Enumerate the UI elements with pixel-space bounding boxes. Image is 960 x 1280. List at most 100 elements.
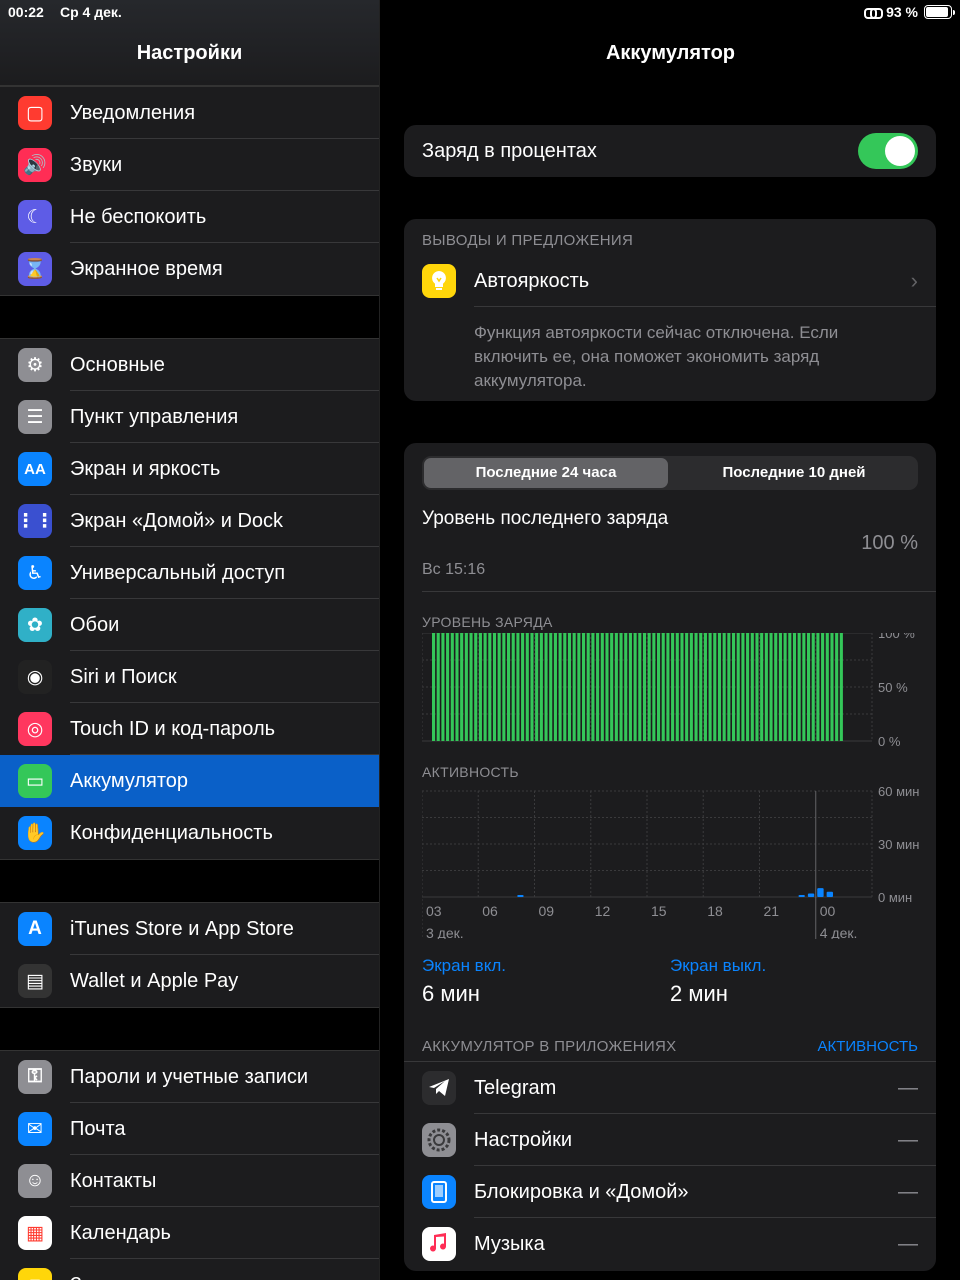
- sidebar-item-label: Экран «Домой» и Dock: [70, 495, 379, 547]
- sidebar-item[interactable]: AiTunes Store и App Store: [0, 903, 379, 955]
- level-bar: [441, 633, 445, 741]
- level-bar: [816, 633, 820, 741]
- app-usage: —: [898, 1077, 918, 1099]
- sidebar-item[interactable]: ☰ Пункт управления: [0, 391, 379, 443]
- app-store-icon: A: [18, 912, 52, 946]
- sidebar-item[interactable]: ▤ Wallet и Apple Pay: [0, 955, 379, 1007]
- level-tick-label: 0 %: [878, 734, 901, 749]
- sidebar-item[interactable]: ✉ Почта: [0, 1103, 379, 1155]
- moon-icon: ☾: [18, 200, 52, 234]
- level-bar: [750, 633, 754, 741]
- group-gap: [0, 1008, 379, 1050]
- settings-gear-icon: [422, 1123, 456, 1157]
- sidebar-item[interactable]: ☾ Не беспокоить: [0, 191, 379, 243]
- app-row-settings[interactable]: Настройки —: [404, 1114, 936, 1166]
- level-bar: [685, 633, 689, 741]
- sidebar-item[interactable]: ✿ Обои: [0, 599, 379, 651]
- show-activity-button[interactable]: АКТИВНОСТЬ: [817, 1038, 918, 1055]
- sidebar-item[interactable]: ☺ Контакты: [0, 1155, 379, 1207]
- screen-on-label: Экран вкл.: [422, 956, 506, 975]
- x-date-label: 4 дек.: [820, 925, 858, 939]
- sidebar-item[interactable]: ⚿ Пароли и учетные записи: [0, 1051, 379, 1103]
- sidebar-item-label: Конфиденциальность: [70, 822, 273, 844]
- sidebar-item-label: Уведомления: [70, 87, 379, 139]
- segment-last-10-days[interactable]: Последние 10 дней: [672, 458, 916, 488]
- level-bar: [746, 633, 750, 741]
- app-row-telegram[interactable]: Telegram —: [404, 1062, 936, 1114]
- sidebar-item[interactable]: ≡ Заметки: [0, 1259, 379, 1280]
- notes-icon: ≡: [18, 1268, 52, 1280]
- level-bar: [821, 633, 825, 741]
- activity-bar: [817, 888, 824, 897]
- level-bar: [741, 633, 745, 741]
- level-bar: [567, 633, 572, 741]
- battery-percentage-toggle[interactable]: [858, 133, 918, 169]
- level-bar: [450, 633, 454, 741]
- sidebar-item[interactable]: ⚙ Основные: [0, 339, 379, 391]
- sidebar-item-label: Пароли и учетные записи: [70, 1051, 379, 1103]
- sidebar-title: Настройки: [136, 42, 243, 64]
- sidebar-item[interactable]: ◉ Siri и Поиск: [0, 651, 379, 703]
- battery-status-icon: [924, 5, 955, 19]
- level-bar: [661, 633, 665, 741]
- lightbulb-icon: [422, 264, 456, 298]
- app-row-lock-home[interactable]: Блокировка и «Домой» —: [404, 1166, 936, 1218]
- sidebar-item-label: iTunes Store и App Store: [70, 903, 379, 955]
- level-bar: [713, 633, 717, 741]
- app-row-music[interactable]: Музыка —: [404, 1218, 936, 1270]
- sidebar-item[interactable]: ▦ Календарь: [0, 1207, 379, 1259]
- sidebar-item[interactable]: ▢ Уведомления: [0, 87, 379, 139]
- sidebar-group: ⚿ Пароли и учетные записи ✉ Почта ☺ Контакты ▦…: [0, 1050, 379, 1280]
- level-bar: [839, 633, 843, 741]
- sidebar-item[interactable]: ♿ Универсальный доступ: [0, 547, 379, 599]
- sidebar-item[interactable]: ◎ Touch ID и код-пароль: [0, 703, 379, 755]
- usage-card: Последние 24 часа Последние 10 дней Уров…: [404, 443, 936, 1271]
- auto-brightness-description: Функция автояркости сейчас отключена. Ес…: [474, 323, 839, 390]
- sidebar-item-label: Siri и Поиск: [70, 651, 379, 703]
- hourglass-icon: ⌛: [18, 252, 52, 286]
- auto-brightness-row[interactable]: Автояркость ›: [404, 255, 936, 307]
- group-gap: [0, 296, 379, 338]
- level-bar: [436, 633, 440, 741]
- level-bar: [582, 633, 586, 741]
- gear-icon: ⚙: [18, 348, 52, 382]
- level-bar: [521, 633, 525, 741]
- level-bar: [717, 633, 722, 741]
- sidebar-group: AiTunes Store и App Store ▤ Wallet и Apple…: [0, 902, 379, 1008]
- level-bar: [586, 633, 590, 741]
- sidebar-item-label: Звуки: [70, 139, 379, 191]
- sidebar-item-label: Обои: [70, 599, 379, 651]
- period-segmented-control: Последние 24 часа Последние 10 дней: [422, 456, 918, 490]
- sidebar-item[interactable]: ▭ Аккумулятор: [0, 755, 379, 807]
- app-usage: —: [898, 1181, 918, 1203]
- sidebar-item-label: Не беспокоить: [70, 191, 379, 243]
- home-grid-icon: ⋮⋮: [16, 504, 54, 538]
- sidebar-item-label: Аккумулятор: [70, 770, 189, 792]
- sidebar-item[interactable]: ✋ Конфиденциальность: [0, 807, 379, 859]
- flower-icon: ✿: [18, 608, 52, 642]
- level-bar: [628, 633, 632, 741]
- level-tick-label: 50 %: [878, 680, 908, 695]
- segment-last-24-hours[interactable]: Последние 24 часа: [424, 458, 668, 488]
- text-size-icon: AA: [18, 452, 52, 486]
- level-bar: [460, 633, 464, 741]
- fingerprint-icon: ◎: [18, 712, 52, 746]
- sidebar-item[interactable]: ⋮⋮ Экран «Домой» и Dock: [0, 495, 379, 547]
- level-bar: [610, 633, 614, 741]
- music-icon: [422, 1227, 456, 1261]
- battery-percent: 93 %: [886, 4, 918, 20]
- sidebar-item[interactable]: 🔊 Звуки: [0, 139, 379, 191]
- x-tick-label: 18: [707, 903, 723, 919]
- level-bar: [736, 633, 740, 741]
- x-date-label: 3 дек.: [426, 925, 464, 939]
- separator: [474, 306, 936, 307]
- contacts-icon: ☺: [18, 1164, 52, 1198]
- sidebar-item[interactable]: ⌛ Экранное время: [0, 243, 379, 295]
- sidebar-item[interactable]: AA Экран и яркость: [0, 443, 379, 495]
- level-tick-label: 100 %: [878, 633, 915, 641]
- status-right: 93 %: [864, 4, 955, 20]
- level-bar: [432, 633, 436, 741]
- x-tick-label: 00: [820, 903, 836, 919]
- sidebar-group: ▢ Уведомления 🔊 Звуки ☾ Не беспокоить ⌛ Экранно…: [0, 86, 379, 296]
- level-bar: [577, 633, 581, 741]
